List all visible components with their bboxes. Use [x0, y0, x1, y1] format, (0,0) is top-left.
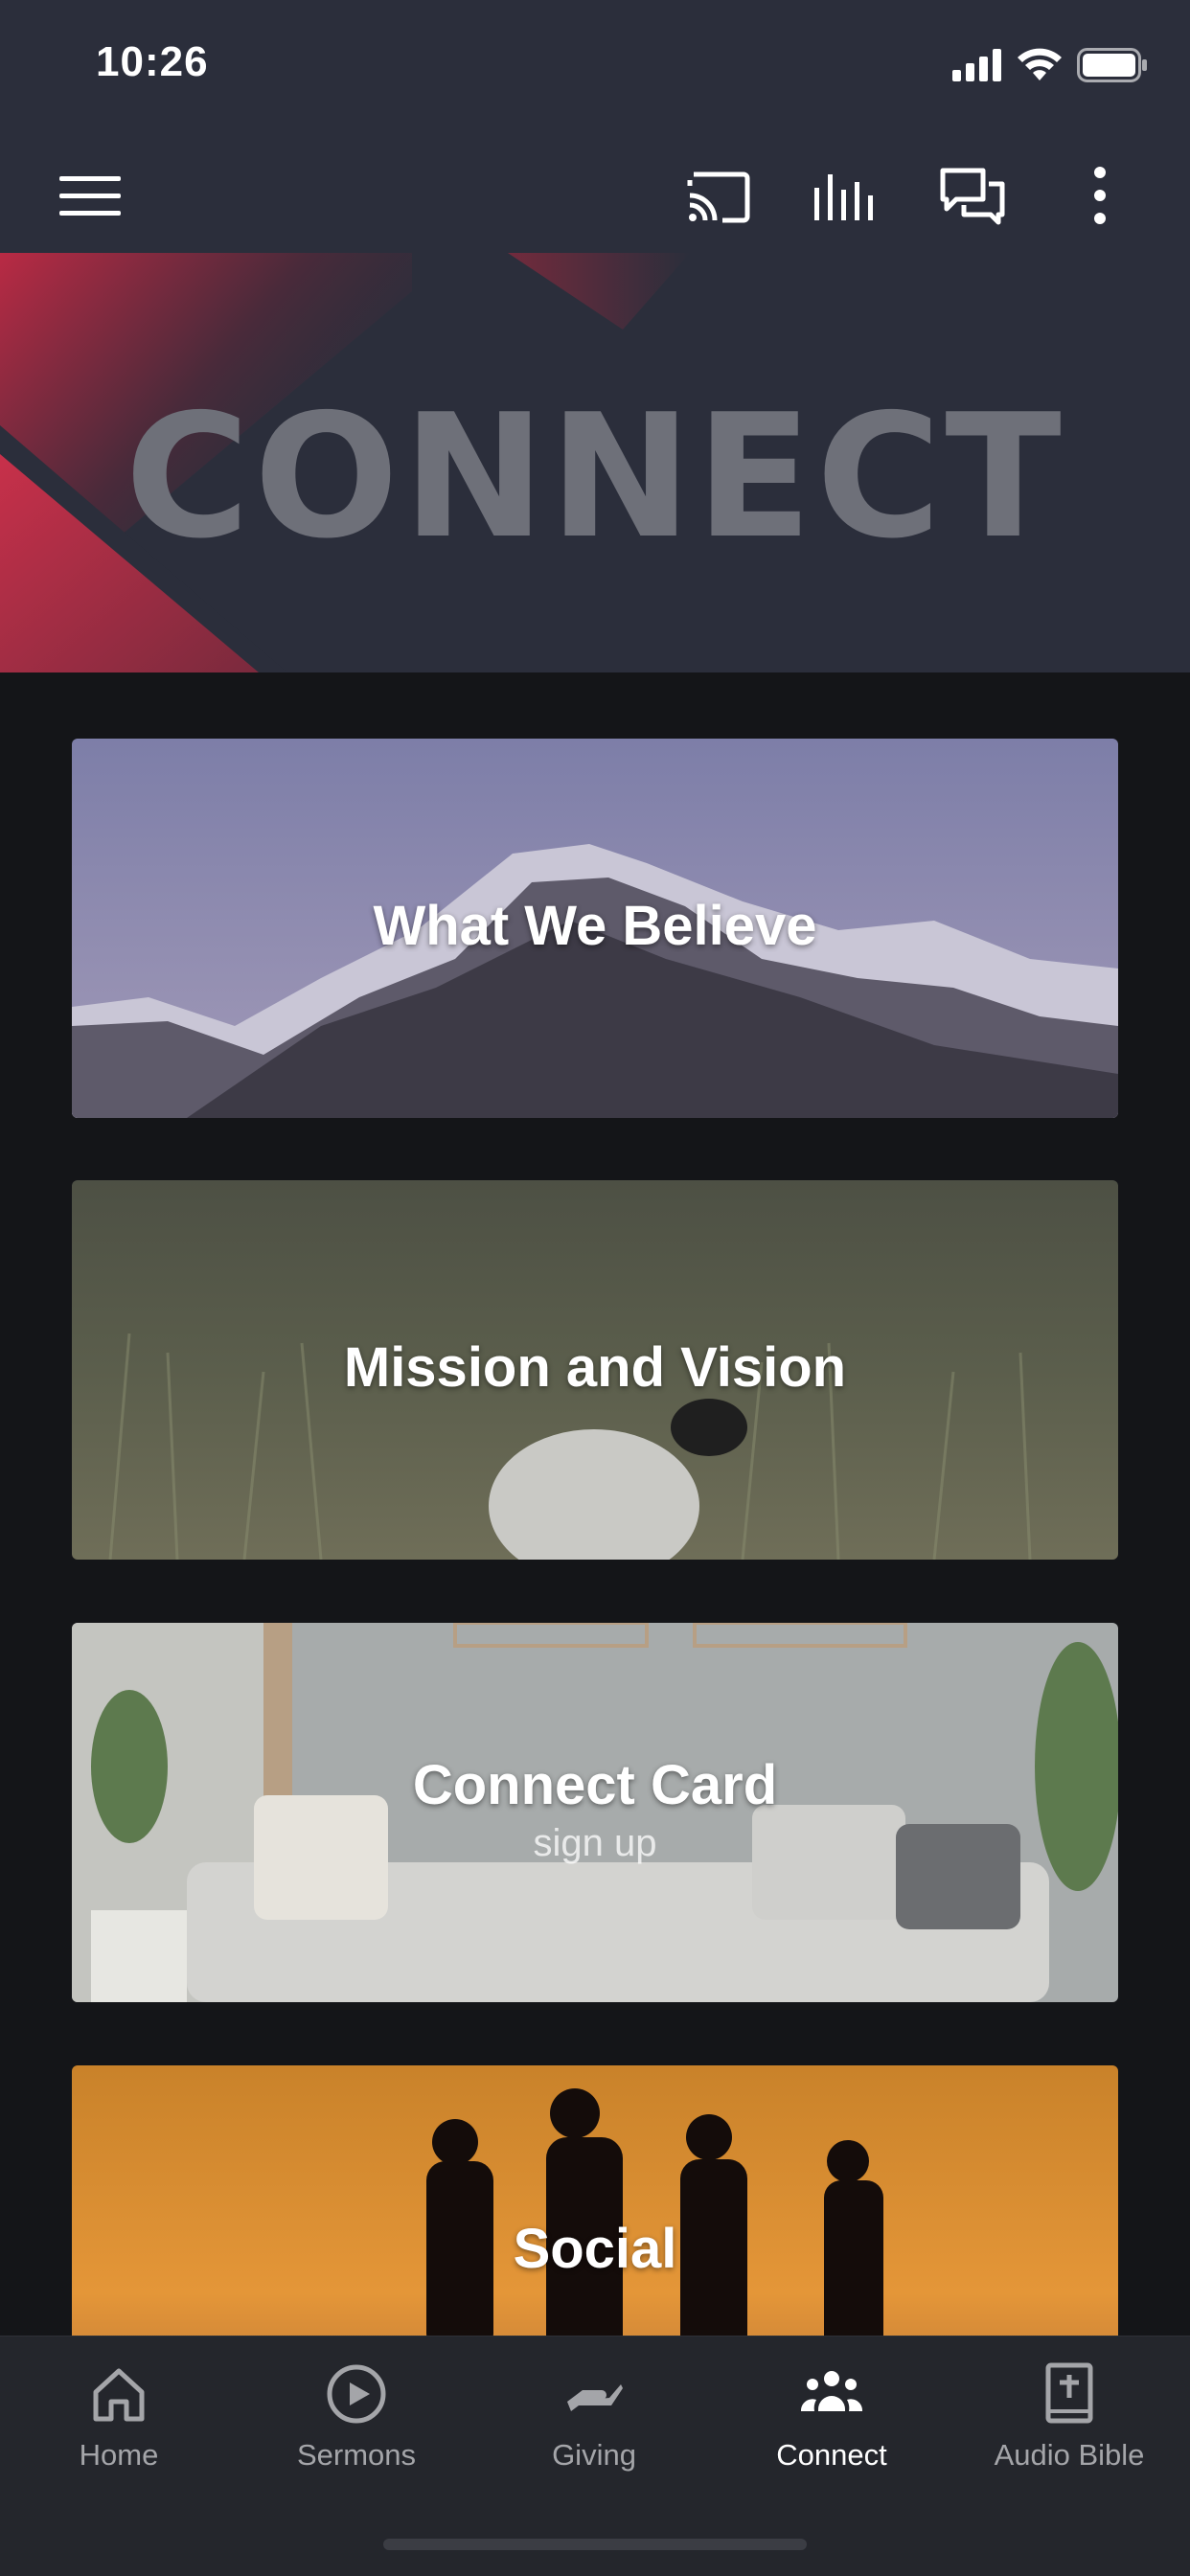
group-icon: [800, 2371, 863, 2411]
hero-banner: CONNECT: [0, 253, 1190, 672]
card-connect-card[interactable]: Connect Card sign up: [72, 1623, 1118, 2002]
cast-icon[interactable]: [684, 161, 753, 230]
signal-icon: [952, 49, 1001, 81]
tab-label: Home: [79, 2438, 159, 2472]
tab-label: Audio Bible: [994, 2438, 1145, 2472]
hamburger-icon[interactable]: [56, 161, 125, 230]
hand-giving-icon: [567, 2384, 623, 2411]
home-indicator[interactable]: [383, 2539, 807, 2550]
chat-bubbles-icon[interactable]: [939, 161, 1008, 230]
more-vertical-icon[interactable]: [1065, 161, 1134, 230]
tab-label: Sermons: [296, 2438, 417, 2472]
card-title: What We Believe: [373, 895, 817, 957]
card-title: Connect Card: [412, 1754, 778, 1816]
battery-icon: [1077, 48, 1147, 82]
tab-label: Giving: [552, 2438, 636, 2472]
card-title: Mission and Vision: [343, 1336, 847, 1399]
play-circle-icon: [327, 2364, 386, 2424]
tab-connect[interactable]: Connect: [713, 2359, 950, 2473]
card-subtitle: sign up: [533, 1822, 657, 1864]
tab-giving[interactable]: Giving: [475, 2359, 713, 2473]
top-bar: 10:26: [0, 0, 1190, 253]
card-what-we-believe[interactable]: What We Believe: [72, 739, 1118, 1118]
tab-label: Connect: [776, 2438, 887, 2472]
hero-title: CONNECT: [125, 377, 1065, 576]
card-mission-and-vision[interactable]: Mission and Vision: [72, 1180, 1118, 1560]
tab-audio-bible[interactable]: Audio Bible: [950, 2359, 1188, 2473]
home-icon: [93, 2368, 145, 2422]
audio-bars-icon[interactable]: [811, 161, 880, 230]
status-time: 10:26: [96, 38, 209, 85]
tab-home[interactable]: Home: [0, 2359, 238, 2473]
card-title: Social: [513, 2218, 677, 2280]
bible-icon: [1045, 2362, 1093, 2424]
status-icons: [952, 46, 1148, 84]
tab-sermons[interactable]: Sermons: [238, 2359, 475, 2473]
wifi-icon: [1018, 48, 1062, 80]
